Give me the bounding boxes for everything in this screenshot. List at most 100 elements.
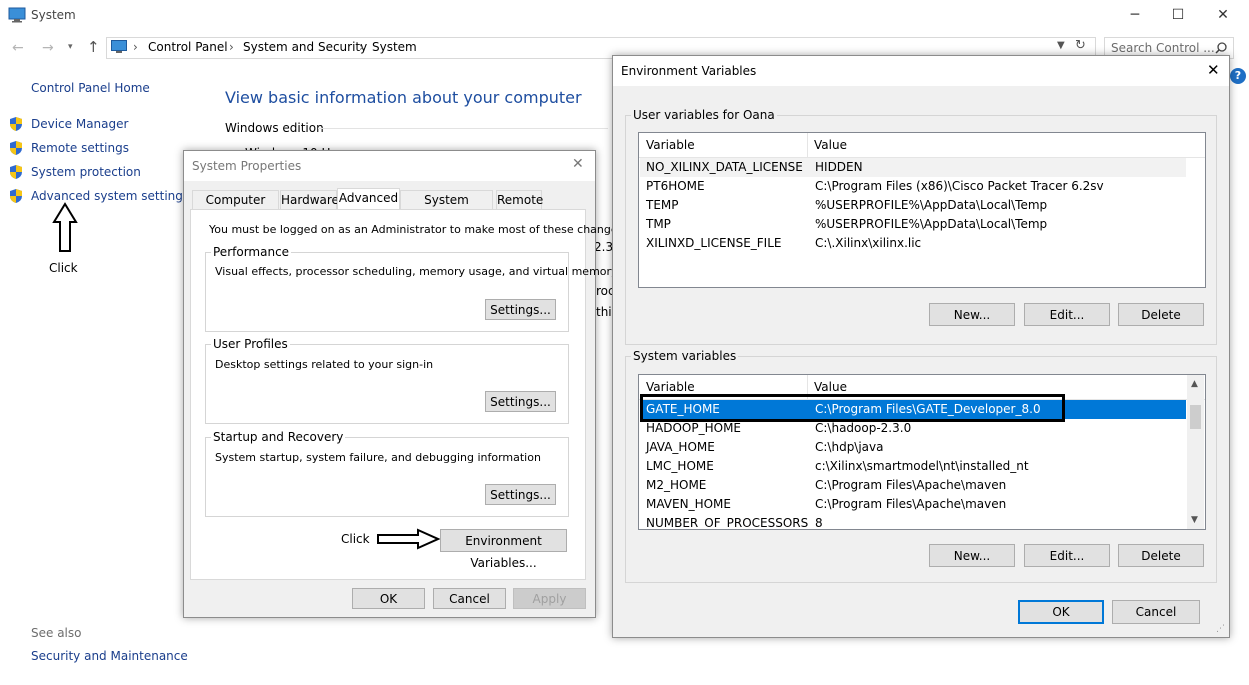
breadcrumb-system-security[interactable]: System and Security (243, 40, 367, 54)
ok-button[interactable]: OK (352, 588, 425, 609)
system-delete-button[interactable]: Delete (1118, 544, 1204, 567)
admin-note: You must be logged on as an Administrato… (209, 223, 627, 236)
dialog-titlebar: System Properties ✕ (184, 151, 595, 181)
performance-label: Performance (211, 245, 292, 259)
system-edit-button[interactable]: Edit... (1024, 544, 1110, 567)
variable-name: MAVEN_HOME (646, 497, 731, 511)
variable-name: TEMP (646, 198, 679, 212)
search-placeholder: Search Control ... (1111, 41, 1215, 55)
window-titlebar: System ─ ☐ ✕ (0, 0, 1249, 32)
recent-dropdown-icon[interactable]: ▾ (68, 42, 73, 52)
variable-value: %USERPROFILE%\AppData\Local\Temp (815, 198, 1048, 212)
table-row[interactable]: NO_XILINX_DATA_LICENSE HIDDEN (640, 158, 1186, 177)
up-button[interactable]: ↑ (87, 38, 100, 56)
variable-name: XILINXD_LICENSE_FILE (646, 236, 782, 250)
scroll-down-icon[interactable]: ▼ (1191, 515, 1198, 525)
user-new-button[interactable]: New... (929, 303, 1015, 326)
tab-advanced[interactable]: Advanced (337, 188, 400, 210)
breadcrumb-separator-icon: › (229, 40, 234, 54)
variable-name: JAVA_HOME (646, 440, 715, 454)
variable-name: LMC_HOME (646, 459, 714, 473)
tab-hardware[interactable]: Hardware (280, 190, 339, 209)
cancel-button[interactable]: Cancel (433, 588, 506, 609)
close-button[interactable]: ✕ (1208, 4, 1238, 26)
user-variables-list[interactable]: Variable Value NO_XILINX_DATA_LICENSE HI… (638, 132, 1206, 288)
variable-name: NO_XILINX_DATA_LICENSE (646, 160, 803, 174)
variable-value: C:\Program Files\Apache\maven (815, 497, 1007, 511)
annotation-click-label: Click (341, 532, 370, 546)
startup-recovery-group (205, 437, 569, 517)
annotation-click-label: Click (49, 261, 78, 275)
apply-button[interactable]: Apply (513, 588, 586, 609)
forward-button[interactable]: → (42, 40, 54, 56)
tab-computer-name[interactable]: Computer Name (192, 190, 279, 226)
scroll-up-icon[interactable]: ▲ (1191, 379, 1198, 389)
startup-settings-button[interactable]: Settings... (485, 484, 556, 505)
window-title: System (31, 8, 76, 22)
variable-value: HIDDEN (815, 160, 863, 174)
scrollbar-thumb[interactable] (1190, 405, 1201, 429)
shield-icon (10, 141, 22, 155)
annotation-up-arrow-icon (52, 202, 78, 252)
variable-value: C:\Program Files\Apache\maven (815, 478, 1007, 492)
dialog-titlebar: Environment Variables ✕ (613, 56, 1229, 86)
performance-settings-button[interactable]: Settings... (485, 299, 556, 320)
column-value[interactable]: Value (814, 138, 847, 152)
dialog-title: Environment Variables (621, 64, 757, 78)
vertical-scrollbar[interactable]: ▲ ▼ (1187, 375, 1204, 529)
variable-name: PT6HOME (646, 179, 705, 193)
sidebar-item-device-manager[interactable]: Device Manager (31, 117, 128, 131)
performance-description: Visual effects, processor scheduling, me… (215, 265, 618, 278)
breadcrumb-system[interactable]: System (372, 40, 417, 54)
column-variable[interactable]: Variable (646, 138, 695, 152)
variable-value: C:\.Xilinx\xilinx.lic (815, 236, 922, 250)
sidebar-home-link[interactable]: Control Panel Home (31, 81, 150, 95)
sidebar-item-advanced-system-settings[interactable]: Advanced system settings (31, 189, 189, 203)
variable-name: M2_HOME (646, 478, 707, 492)
system-variables-label: System variables (631, 349, 739, 363)
system-new-button[interactable]: New... (929, 544, 1015, 567)
address-dropdown-icon[interactable]: ▼ (1057, 40, 1065, 51)
back-button[interactable]: ← (12, 40, 24, 56)
shield-icon (10, 117, 22, 131)
help-icon[interactable]: ? (1230, 68, 1246, 84)
section-divider (318, 128, 608, 129)
user-profiles-settings-button[interactable]: Settings... (485, 391, 556, 412)
annotation-right-arrow-icon (377, 528, 440, 550)
variable-value: C:\Program Files (x86)\Cisco Packet Trac… (815, 179, 1104, 193)
user-profiles-label: User Profiles (211, 337, 290, 351)
tab-remote[interactable]: Remote (496, 190, 543, 209)
resize-grip-icon[interactable]: ⋰ (1216, 624, 1225, 634)
performance-group (205, 252, 569, 332)
env-ok-button[interactable]: OK (1018, 600, 1104, 624)
env-cancel-button[interactable]: Cancel (1112, 600, 1200, 624)
breadcrumb-control-panel[interactable]: Control Panel (148, 40, 228, 54)
user-delete-button[interactable]: Delete (1118, 303, 1204, 326)
sidebar-item-remote-settings[interactable]: Remote settings (31, 141, 129, 155)
close-icon[interactable]: ✕ (572, 156, 584, 172)
user-edit-button[interactable]: Edit... (1024, 303, 1110, 326)
variable-value: %USERPROFILE%\AppData\Local\Temp (815, 217, 1048, 231)
column-variable[interactable]: Variable (646, 380, 695, 394)
see-also-label: See also (31, 626, 82, 640)
search-icon[interactable] (1215, 42, 1227, 54)
column-value[interactable]: Value (814, 380, 847, 394)
breadcrumb-separator-icon: › (133, 40, 138, 54)
user-variables-label: User variables for Oana (631, 108, 777, 122)
environment-variables-button[interactable]: Environment Variables... (440, 529, 567, 570)
minimize-button[interactable]: ─ (1120, 4, 1150, 26)
tab-system-protection[interactable]: System Protection (400, 190, 493, 226)
security-maintenance-link[interactable]: Security and Maintenance (31, 649, 188, 663)
system-monitor-icon (8, 7, 26, 23)
windows-edition-label: Windows edition (225, 121, 324, 135)
refresh-icon[interactable]: ↻ (1075, 38, 1086, 53)
sidebar-item-system-protection[interactable]: System protection (31, 165, 141, 179)
variable-name: TMP (646, 217, 671, 231)
user-profiles-group (205, 344, 569, 424)
annotation-highlight-box (640, 394, 1065, 422)
maximize-button[interactable]: ☐ (1163, 4, 1193, 26)
control-panel-icon (111, 40, 127, 53)
close-icon[interactable]: ✕ (1207, 61, 1220, 79)
startup-recovery-description: System startup, system failure, and debu… (215, 451, 541, 464)
dialog-title: System Properties (192, 159, 302, 173)
